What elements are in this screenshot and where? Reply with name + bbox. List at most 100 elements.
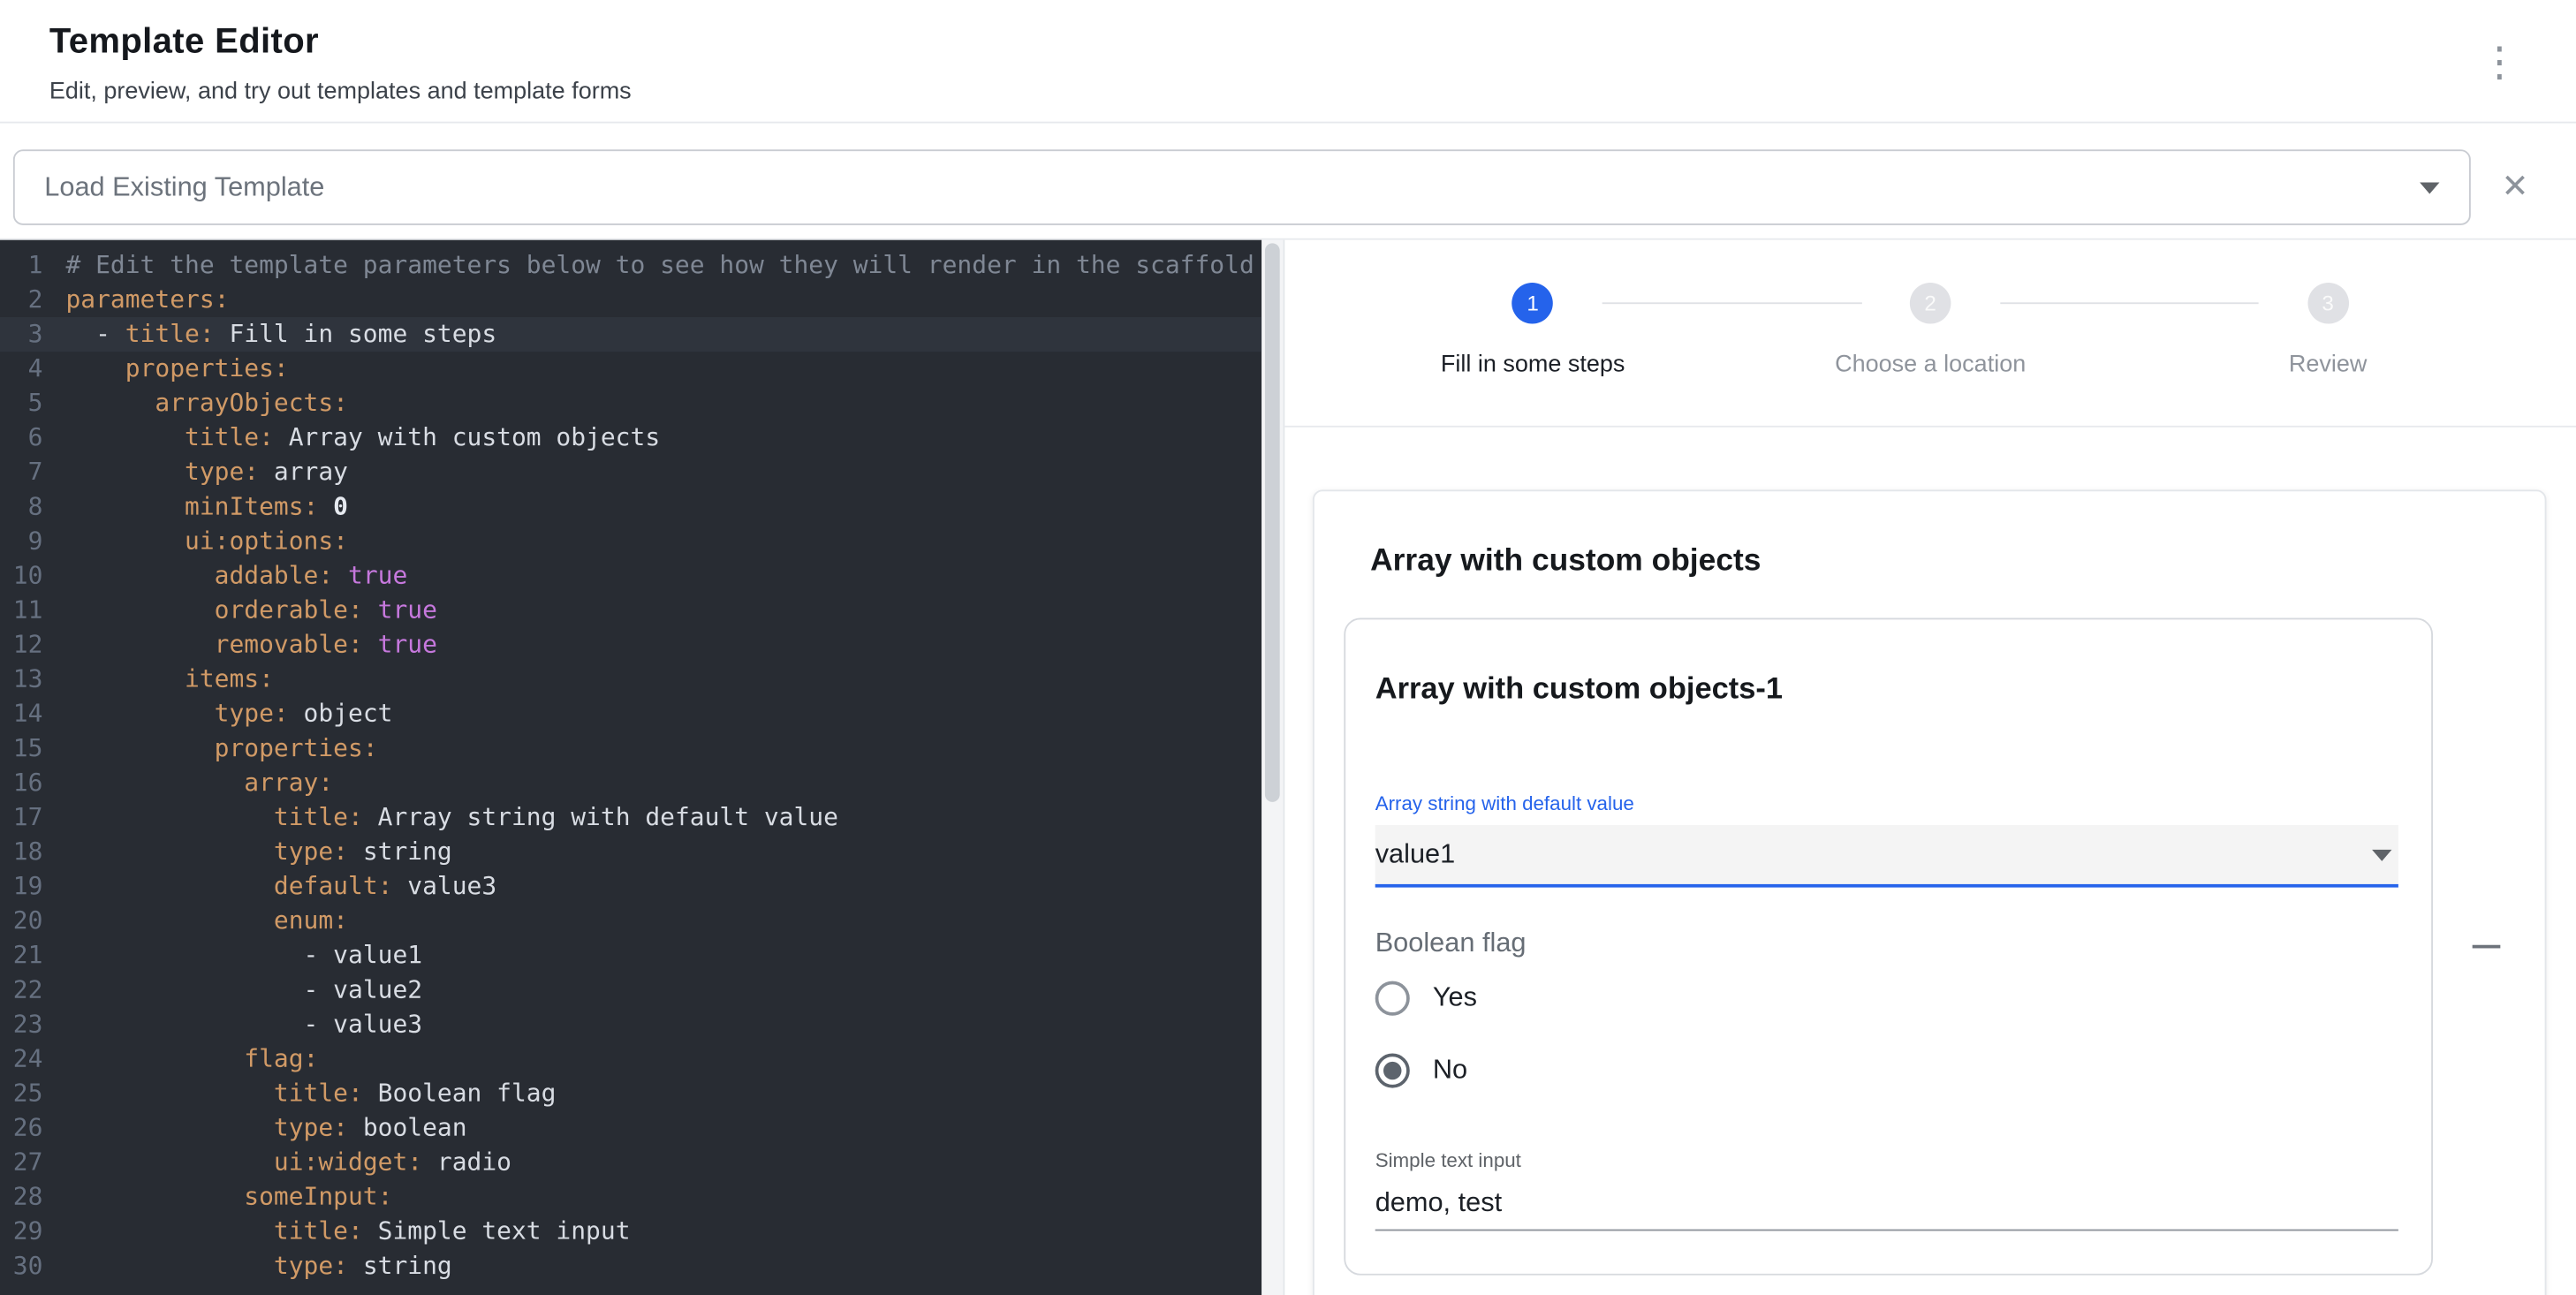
- code-text: addable: true: [65, 559, 407, 594]
- code-line[interactable]: 9 ui:options:: [0, 524, 1261, 558]
- code-line[interactable]: 20 enum:: [0, 904, 1261, 938]
- code-line[interactable]: 23 - value3: [0, 1007, 1261, 1041]
- simple-text-input[interactable]: demo, test: [1375, 1185, 2398, 1231]
- code-editor[interactable]: 1# Edit the template parameters below to…: [0, 240, 1284, 1295]
- line-number: 10: [0, 559, 42, 594]
- radio-option-yes[interactable]: Yes: [1375, 961, 2398, 1034]
- text-field-label: Simple text input: [1375, 1148, 2398, 1173]
- page-title: Template Editor: [49, 19, 2527, 62]
- line-number: 5: [0, 386, 42, 420]
- editor-scrollbar[interactable]: [1261, 240, 1283, 1295]
- step-choose-a-location: 2 Choose a location: [1731, 283, 2129, 380]
- code-line[interactable]: 2parameters:: [0, 283, 1261, 317]
- code-line[interactable]: 27 ui:widget: radio: [0, 1146, 1261, 1180]
- code-text: removable: true: [65, 628, 436, 663]
- template-select[interactable]: Load Existing Template: [13, 149, 2471, 225]
- code-line[interactable]: 4 properties:: [0, 352, 1261, 386]
- code-line[interactable]: 17 title: Array string with default valu…: [0, 800, 1261, 835]
- code-line[interactable]: 8 minItems: 0: [0, 489, 1261, 524]
- radio-group-label: Boolean flag: [1375, 927, 2398, 961]
- code-line[interactable]: 30 type: string: [0, 1249, 1261, 1284]
- code-line[interactable]: 25 title: Boolean flag: [0, 1077, 1261, 1111]
- close-icon: ✕: [2501, 170, 2528, 206]
- step-2-label: Choose a location: [1731, 350, 2129, 379]
- array-string-select[interactable]: value1: [1375, 825, 2398, 888]
- page-header: Template Editor Edit, preview, and try o…: [0, 0, 2576, 124]
- select-field-label: Array string with default value: [1375, 792, 2398, 817]
- line-number: 11: [0, 594, 42, 628]
- code-text: - title: Fill in some steps: [65, 317, 496, 352]
- code-text: items:: [65, 663, 273, 697]
- code-line[interactable]: 1# Edit the template parameters below to…: [0, 248, 1261, 283]
- stepper-wrap: 1 Fill in some steps 2 Choose a location: [1284, 240, 2576, 380]
- template-select-row: Load Existing Template ✕: [0, 124, 2576, 240]
- preview-panel: 1 Fill in some steps 2 Choose a location: [1284, 240, 2576, 1295]
- code-text: someInput:: [65, 1180, 392, 1215]
- code-line[interactable]: 24 flag:: [0, 1041, 1261, 1076]
- form-area: Array with custom objects Array with cus…: [1284, 428, 2576, 1295]
- code-line[interactable]: 7 type: array: [0, 455, 1261, 489]
- code-text: properties:: [65, 352, 288, 386]
- remove-item-button[interactable]: [2456, 913, 2515, 979]
- line-number: 2: [0, 283, 42, 317]
- line-number: 18: [0, 835, 42, 869]
- line-number: 13: [0, 663, 42, 697]
- line-number: 20: [0, 904, 42, 938]
- code-line[interactable]: 13 items:: [0, 663, 1261, 697]
- select-value: value1: [1375, 839, 1456, 870]
- text-input-value: demo, test: [1375, 1188, 1502, 1217]
- template-select-placeholder: Load Existing Template: [44, 171, 2420, 202]
- code-line[interactable]: 12 removable: true: [0, 628, 1261, 663]
- code-text: title: Array with custom objects: [65, 420, 660, 455]
- line-number: 23: [0, 1007, 42, 1041]
- code-line[interactable]: 19 default: value3: [0, 869, 1261, 904]
- code-line[interactable]: 15 properties:: [0, 731, 1261, 766]
- array-item-row: Array with custom objects-1 Array string…: [1344, 618, 2515, 1276]
- code-text: flag:: [65, 1041, 318, 1076]
- code-line[interactable]: 29 title: Simple text input: [0, 1215, 1261, 1249]
- line-number: 25: [0, 1077, 42, 1111]
- code-line[interactable]: 3 - title: Fill in some steps: [0, 317, 1261, 352]
- line-number: 1: [0, 248, 42, 283]
- code-line[interactable]: 11 orderable: true: [0, 594, 1261, 628]
- step-review: 3 Review: [2129, 283, 2527, 380]
- minus-icon: [2472, 945, 2500, 949]
- line-number: 7: [0, 455, 42, 489]
- code-text: - value3: [65, 1007, 422, 1041]
- clear-template-button[interactable]: ✕: [2490, 163, 2540, 212]
- code-text: ui:options:: [65, 524, 348, 558]
- code-text: title: Simple text input: [65, 1215, 630, 1249]
- code-line[interactable]: 28 someInput:: [0, 1180, 1261, 1215]
- step-3-label: Review: [2129, 350, 2527, 379]
- radio-option-no[interactable]: No: [1375, 1034, 2398, 1106]
- array-item-card: Array with custom objects-1 Array string…: [1344, 618, 2433, 1276]
- code-line[interactable]: 5 arrayObjects:: [0, 386, 1261, 420]
- code-line[interactable]: 14 type: object: [0, 697, 1261, 731]
- step-1-circle: 1: [1512, 283, 1554, 324]
- radio-field: Boolean flag Yes No: [1375, 927, 2398, 1106]
- code-line[interactable]: 22 - value2: [0, 973, 1261, 1007]
- editor-code-area[interactable]: 1# Edit the template parameters below to…: [0, 240, 1261, 1295]
- line-number: 29: [0, 1215, 42, 1249]
- editor-scrollbar-thumb[interactable]: [1265, 243, 1280, 802]
- step-connector: [1602, 302, 1861, 304]
- code-line[interactable]: 26 type: boolean: [0, 1111, 1261, 1146]
- line-number: 19: [0, 869, 42, 904]
- code-text: enum:: [65, 904, 348, 938]
- line-number: 4: [0, 352, 42, 386]
- radio-checked-icon: [1375, 1053, 1410, 1087]
- step-1-label: Fill in some steps: [1334, 350, 1731, 379]
- code-line[interactable]: 21 - value1: [0, 938, 1261, 973]
- code-line[interactable]: 10 addable: true: [0, 559, 1261, 594]
- line-number: 27: [0, 1146, 42, 1180]
- code-line[interactable]: 6 title: Array with custom objects: [0, 420, 1261, 455]
- line-number: 21: [0, 938, 42, 973]
- page-subtitle: Edit, preview, and try out templates and…: [49, 77, 2527, 106]
- code-text: title: Boolean flag: [65, 1077, 556, 1111]
- form-card: Array with custom objects Array with cus…: [1313, 489, 2547, 1295]
- kebab-menu-button[interactable]: ⋮: [2466, 36, 2533, 89]
- step-2-circle: 2: [1910, 283, 1951, 324]
- code-line[interactable]: 16 array:: [0, 766, 1261, 800]
- code-line[interactable]: 18 type: string: [0, 835, 1261, 869]
- template-editor-page: Template Editor Edit, preview, and try o…: [0, 0, 2576, 1295]
